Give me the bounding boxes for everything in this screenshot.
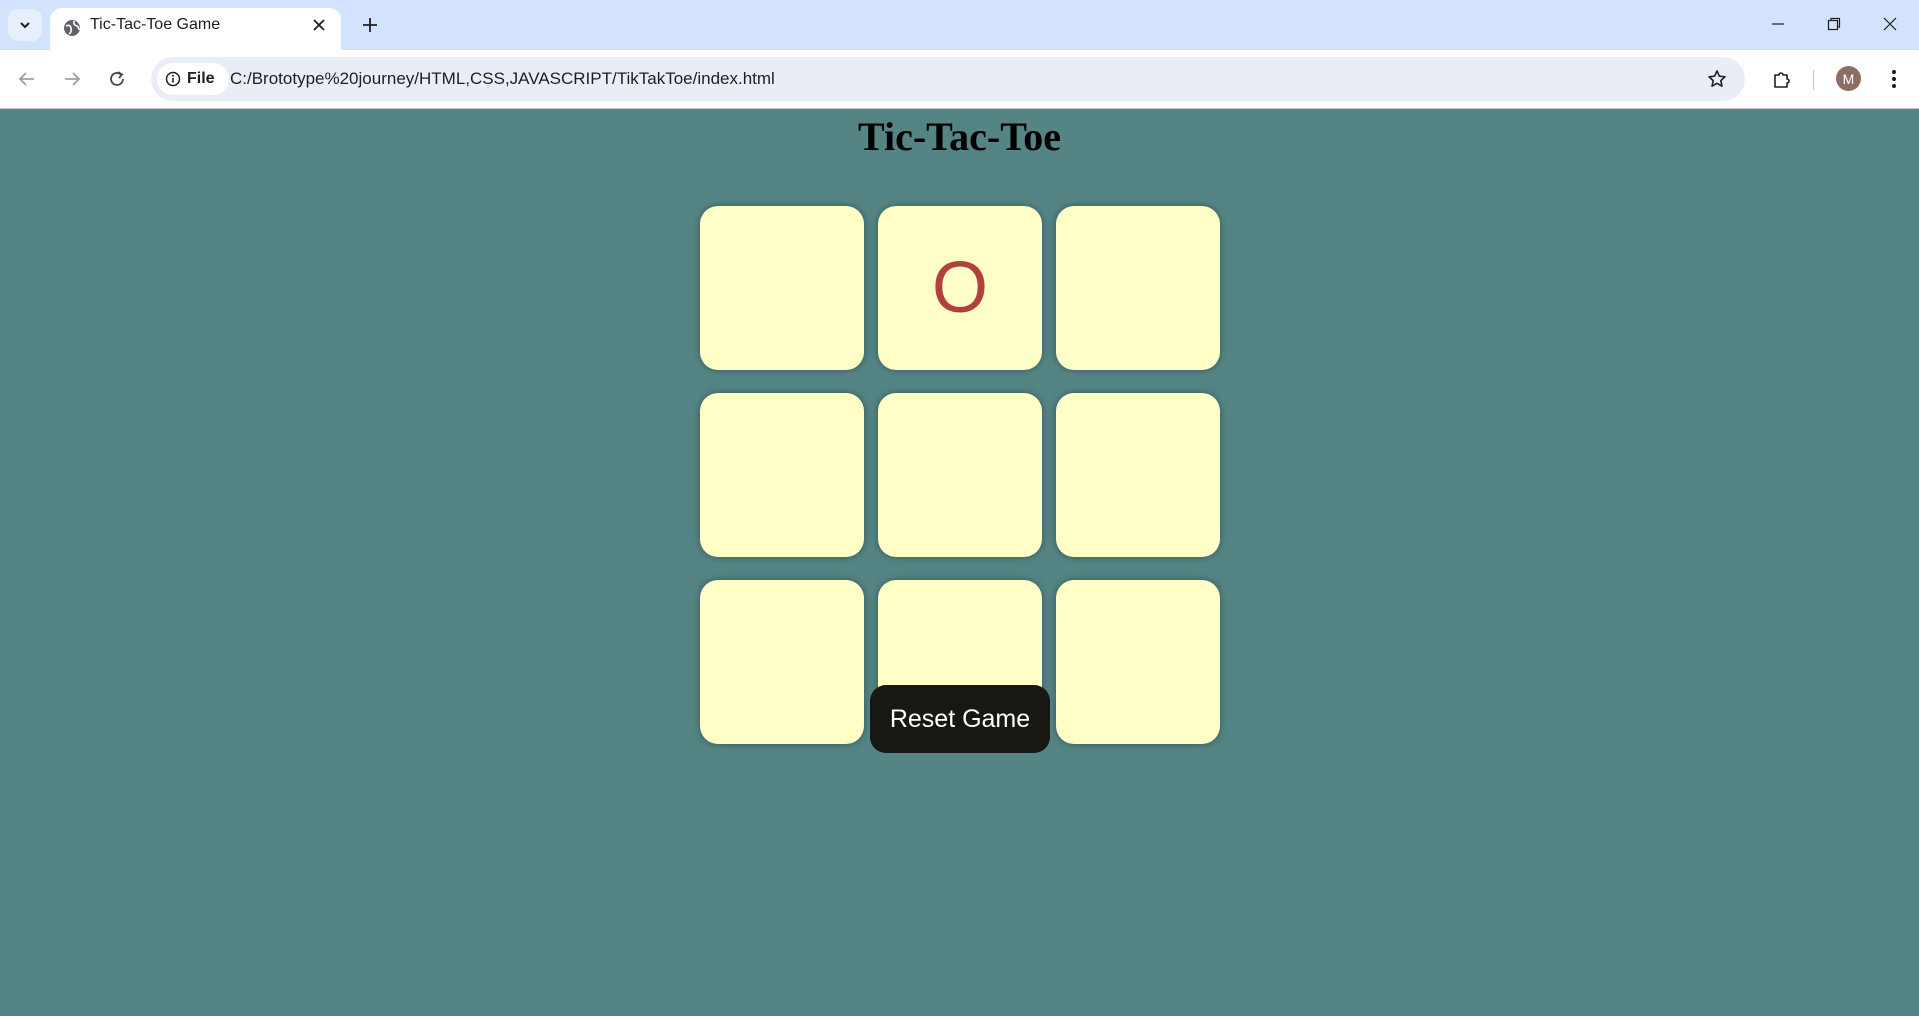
arrow-left-icon [18, 72, 34, 86]
forward-button[interactable] [56, 63, 88, 95]
new-tab-button[interactable] [355, 10, 385, 40]
back-button[interactable] [11, 63, 43, 95]
restore-icon [1827, 17, 1841, 31]
browser-tabstrip: Tic-Tac-Toe Game [0, 0, 1919, 50]
close-window-button[interactable] [1862, 0, 1918, 48]
tab-search-button[interactable] [8, 9, 42, 41]
profile-avatar[interactable]: M [1836, 66, 1861, 91]
board-cell-9[interactable] [1056, 580, 1220, 744]
board-cell-3[interactable] [1056, 206, 1220, 370]
reload-button[interactable] [101, 63, 133, 95]
puzzle-icon [1774, 72, 1790, 88]
star-icon [1708, 70, 1726, 87]
browser-menu-button[interactable] [1878, 63, 1910, 95]
chevron-down-icon [20, 22, 30, 29]
board-cell-1[interactable] [700, 206, 864, 370]
minimize-icon [1772, 23, 1784, 25]
bookmark-button[interactable] [1703, 65, 1731, 93]
address-bar[interactable]: File C:/Brototype%20journey/HTML,CSS,JAV… [151, 57, 1745, 101]
browser-tab-active[interactable]: Tic-Tac-Toe Game [50, 8, 341, 50]
close-icon [313, 19, 325, 31]
board-cell-7[interactable] [700, 580, 864, 744]
reset-game-button[interactable]: Reset Game [870, 685, 1050, 753]
extensions-button[interactable] [1766, 63, 1798, 95]
minimize-button[interactable] [1750, 0, 1806, 48]
plus-icon [363, 18, 377, 32]
tab-title: Tic-Tac-Toe Game [90, 16, 221, 33]
browser-toolbar: File C:/Brototype%20journey/HTML,CSS,JAV… [0, 50, 1919, 109]
site-info-chip[interactable]: File [157, 63, 229, 95]
more-vertical-icon [1892, 70, 1896, 88]
info-icon [165, 71, 181, 87]
page-title: Tic-Tac-Toe [858, 114, 1061, 159]
toolbar-divider [1813, 70, 1814, 90]
page-content: Tic-Tac-Toe O Reset Game [0, 109, 1919, 1016]
board-cell-2[interactable]: O [878, 206, 1042, 370]
site-chip-label: File [187, 70, 215, 87]
globe-icon [64, 20, 80, 36]
tab-close-button[interactable] [309, 15, 329, 35]
close-icon [1883, 17, 1897, 31]
board-cell-6[interactable] [1056, 393, 1220, 557]
board-cell-5[interactable] [878, 393, 1042, 557]
arrow-right-icon [65, 72, 81, 86]
url-text[interactable]: C:/Brototype%20journey/HTML,CSS,JAVASCRI… [230, 57, 775, 101]
restore-button[interactable] [1806, 0, 1862, 48]
game-board: O [700, 206, 1220, 744]
board-cell-4[interactable] [700, 393, 864, 557]
reload-icon [110, 71, 124, 86]
